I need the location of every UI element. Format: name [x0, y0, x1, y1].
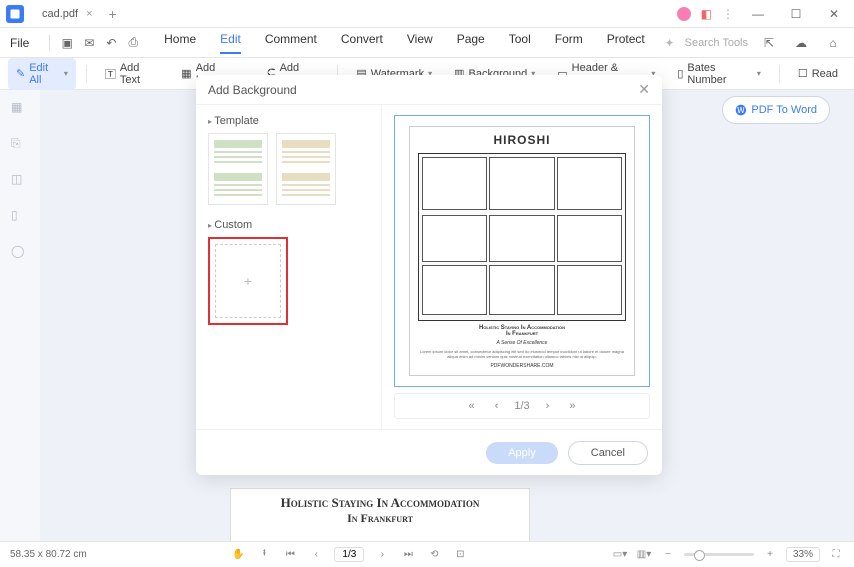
titlebar: cad.pdf × + ◧ ⋮ — ☐ ✕ — [0, 0, 854, 28]
preview-pager: « ‹ 1/3 › » — [394, 393, 650, 419]
pager-first-icon[interactable]: « — [465, 400, 479, 412]
dialog-preview-panel: HIROSHI Holistic Staying In Accommodatio… — [382, 105, 662, 429]
close-dialog-icon[interactable]: ✕ — [638, 81, 650, 98]
text-icon: 🅃 — [105, 66, 116, 82]
dialog-title: Add Background — [208, 83, 297, 97]
thumbnails-icon[interactable]: ▦ — [11, 100, 29, 118]
left-sidebar: ▦ ⎘ ◫ ▯ ◯ — [0, 90, 40, 541]
word-icon: 🅦 — [735, 102, 746, 118]
close-window-button[interactable]: ✕ — [820, 4, 848, 24]
preview-tagline: A Sense Of Excellence — [418, 340, 626, 346]
minimize-button[interactable]: — — [744, 4, 772, 24]
fit-icon[interactable]: ⊡ — [452, 547, 468, 563]
zoom-value[interactable]: 33% — [786, 547, 820, 562]
preview-subtitle2: In Frankfurt — [418, 331, 626, 337]
dialog-footer: Apply Cancel — [196, 429, 662, 475]
titlebar-actions: ◧ ⋮ — ☐ ✕ — [677, 4, 848, 24]
tab-page[interactable]: Page — [457, 32, 485, 54]
checkbox-icon: ☐ — [798, 67, 808, 80]
undo-icon[interactable]: ↶ — [100, 32, 122, 54]
search-tools[interactable]: Search Tools — [685, 37, 748, 49]
pager-last-icon[interactable]: » — [565, 400, 579, 412]
search-panel-icon[interactable]: ◯ — [11, 244, 29, 262]
next-page-icon[interactable]: › — [374, 547, 390, 563]
document-tab[interactable]: cad.pdf × — [32, 4, 103, 24]
rotate-icon[interactable]: ⟲ — [426, 547, 442, 563]
tab-view[interactable]: View — [407, 32, 433, 54]
tab-protect[interactable]: Protect — [607, 32, 645, 54]
tab-label: cad.pdf — [42, 8, 78, 20]
chevron-down-icon: ▾ — [64, 69, 68, 78]
save-icon[interactable]: ▣ — [56, 32, 78, 54]
tab-convert[interactable]: Convert — [341, 32, 383, 54]
kebab-menu-icon[interactable]: ⋮ — [722, 7, 734, 21]
custom-section-label: Custom — [208, 219, 369, 231]
preview-area: HIROSHI Holistic Staying In Accommodatio… — [394, 115, 650, 387]
last-page-icon[interactable]: ⏭ — [400, 547, 416, 563]
select-tool-icon[interactable]: ⭻ — [256, 547, 272, 563]
bookmark-icon[interactable]: ⎘ — [11, 136, 29, 154]
page-dimensions: 58.35 x 80.72 cm — [10, 549, 87, 560]
home-icon[interactable]: ⌂ — [822, 32, 844, 54]
tab-home[interactable]: Home — [164, 32, 196, 54]
mail-icon[interactable]: ✉ — [78, 32, 100, 54]
zoom-in-icon[interactable]: + — [762, 547, 778, 563]
wand-icon[interactable]: ✦ — [665, 36, 675, 50]
main-tabs: Home Edit Comment Convert View Page Tool… — [144, 32, 664, 54]
bates-number-button[interactable]: ▯Bates Number▾ — [669, 58, 769, 90]
tab-tool[interactable]: Tool — [509, 32, 531, 54]
dialog-left-panel: Template Custom + — [196, 105, 382, 429]
zoom-out-icon[interactable]: − — [660, 547, 676, 563]
share-icon[interactable]: ⇱ — [758, 32, 780, 54]
first-page-icon[interactable]: ⏮ — [282, 547, 298, 563]
add-text-button[interactable]: 🅃Add Text — [97, 58, 167, 90]
cancel-button[interactable]: Cancel — [568, 441, 648, 465]
read-checkbox[interactable]: ☐Read — [790, 63, 846, 84]
statusbar: 58.35 x 80.72 cm ✋ ⭻ ⏮ ‹ › ⏭ ⟲ ⊡ ▭▾ ▥▾ −… — [0, 541, 854, 567]
cloud-icon[interactable]: ☁ — [790, 32, 812, 54]
file-menu[interactable]: File — [10, 36, 29, 50]
zoom-slider[interactable] — [684, 553, 754, 556]
preview-footer-link: PDFWONDERSHARE.COM — [418, 363, 626, 369]
template-option-green[interactable] — [208, 133, 268, 205]
tab-edit[interactable]: Edit — [220, 32, 241, 54]
view-mode-icon[interactable]: ▭▾ — [612, 547, 628, 563]
prev-page-icon[interactable]: ‹ — [308, 547, 324, 563]
menubar: File ▣ ✉ ↶ ⎙ Home Edit Comment Convert V… — [0, 28, 854, 58]
image-icon: ▦ — [181, 67, 191, 80]
bates-icon: ▯ — [677, 67, 683, 80]
notification-icon[interactable]: ◧ — [701, 7, 712, 21]
fullscreen-icon[interactable]: ⛶ — [828, 547, 844, 563]
preview-title: HIROSHI — [418, 133, 626, 147]
preview-paragraph: Lorem ipsum dolor sit amet, consectetur … — [418, 349, 626, 359]
pager-prev-icon[interactable]: ‹ — [491, 400, 503, 412]
dialog-header: Add Background ✕ — [196, 75, 662, 105]
tab-form[interactable]: Form — [555, 32, 583, 54]
custom-background-add[interactable]: + — [208, 237, 288, 325]
pager-next-icon[interactable]: › — [542, 400, 554, 412]
app-logo-icon — [6, 5, 24, 23]
template-section-label: Template — [208, 115, 369, 127]
pdf-to-word-button[interactable]: 🅦 PDF To Word — [722, 96, 830, 124]
page-number-input[interactable] — [334, 547, 364, 562]
comment-panel-icon[interactable]: ◫ — [11, 172, 29, 190]
layout-icon[interactable]: ▥▾ — [636, 547, 652, 563]
close-tab-icon[interactable]: × — [86, 8, 92, 20]
template-option-tan[interactable] — [276, 133, 336, 205]
add-background-dialog: Add Background ✕ Template Custom + HIROS… — [196, 75, 662, 475]
floorplan-image — [418, 153, 626, 321]
apply-button[interactable]: Apply — [486, 442, 558, 464]
maximize-button[interactable]: ☐ — [782, 4, 810, 24]
pencil-icon: ✎ — [16, 67, 25, 80]
document-page: Holistic Staying In Accommodation In Fra… — [230, 488, 530, 541]
attachment-icon[interactable]: ▯ — [11, 208, 29, 226]
print-icon[interactable]: ⎙ — [122, 32, 144, 54]
avatar-icon[interactable] — [677, 7, 691, 21]
hand-tool-icon[interactable]: ✋ — [230, 547, 246, 563]
pager-value: 1/3 — [514, 400, 529, 412]
add-tab-icon[interactable]: + — [109, 6, 117, 22]
plus-icon: + — [244, 273, 252, 289]
tab-comment[interactable]: Comment — [265, 32, 317, 54]
edit-all-button[interactable]: ✎ Edit All ▾ — [8, 58, 76, 90]
